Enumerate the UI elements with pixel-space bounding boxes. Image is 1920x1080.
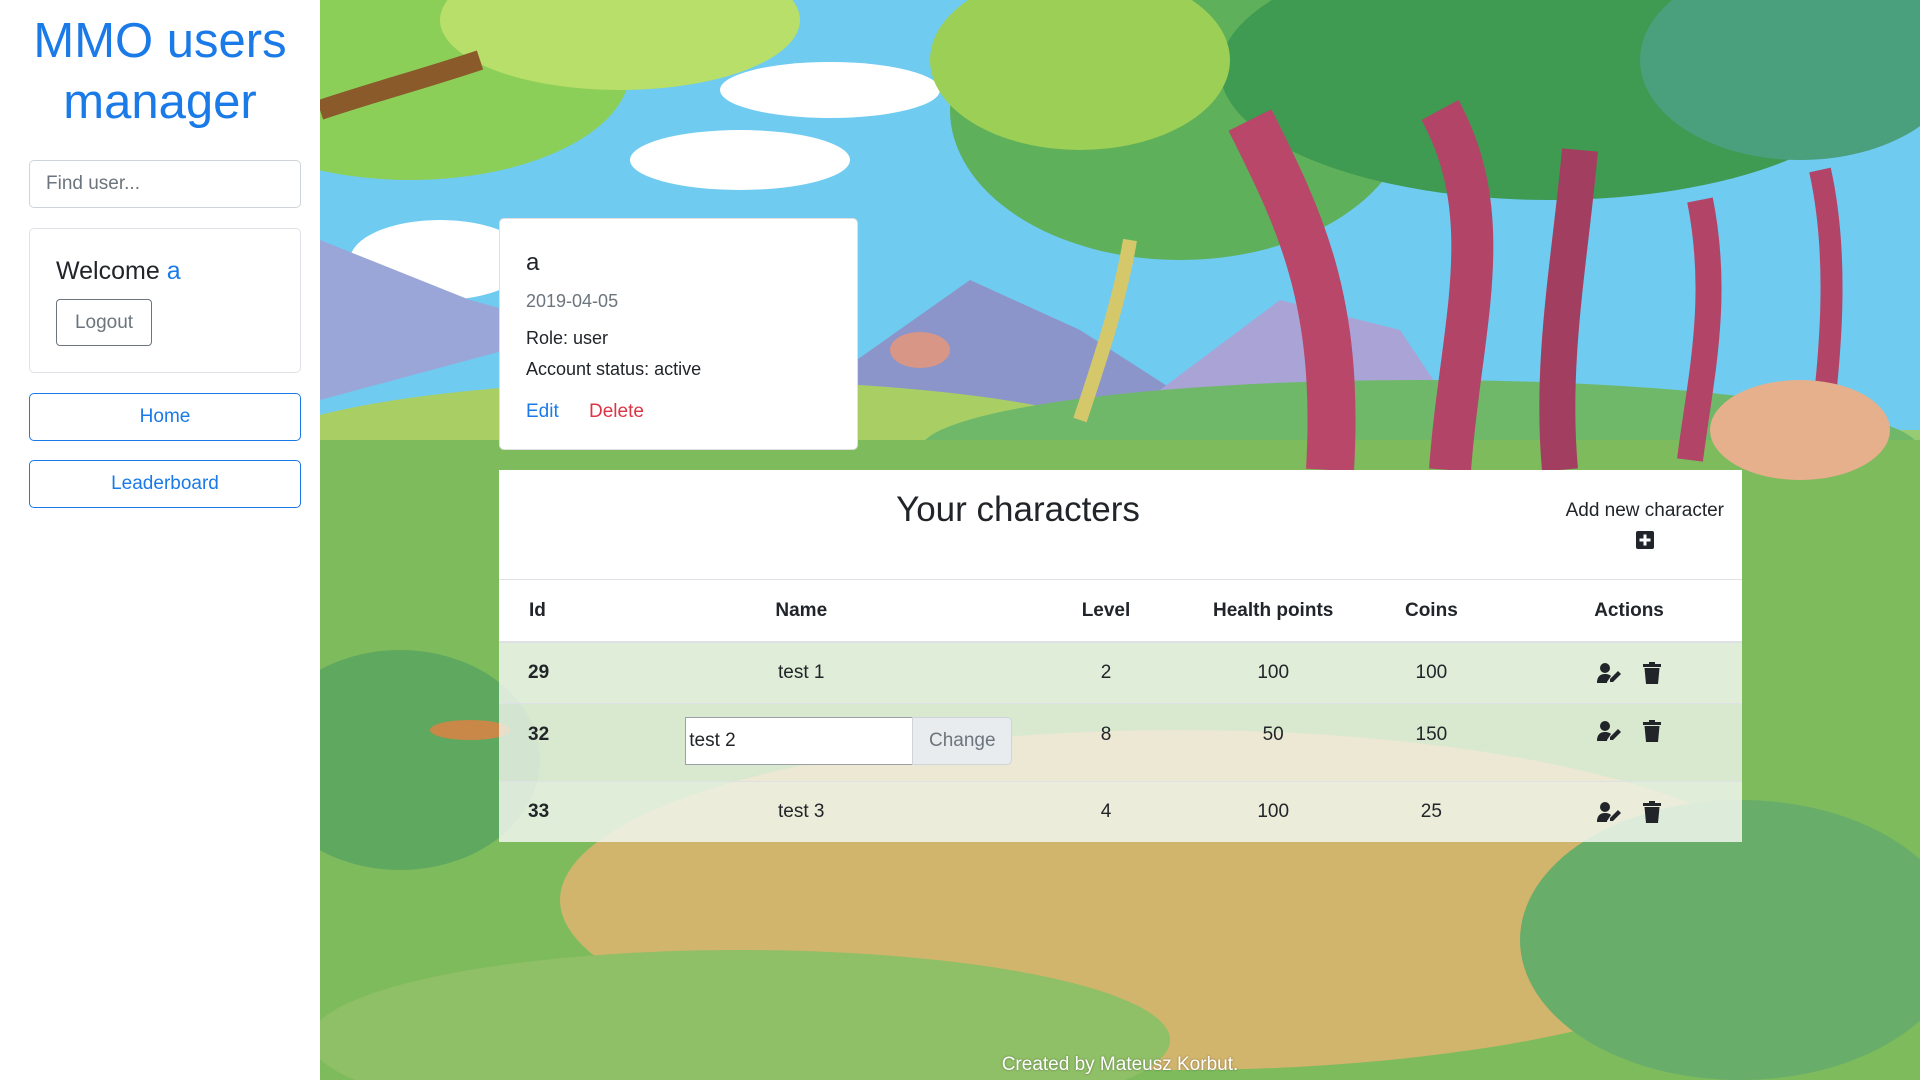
cell-health-points: 100 [1199,780,1347,842]
user-edit-icon[interactable] [1597,662,1623,684]
characters-title: Your characters [896,490,1140,529]
table-row: 29 test 1 2 100 100 [499,641,1742,703]
column-header-coins: Coins [1346,580,1517,643]
characters-header: Your characters Add new character [499,470,1742,580]
trash-icon[interactable] [1643,719,1662,742]
logout-button[interactable]: Logout [56,299,152,346]
app-title-line2: manager [63,75,257,129]
plus-square-icon[interactable] [1635,531,1654,549]
characters-table: Id Name Level Health points Coins Action… [499,580,1742,842]
cell-actions [1516,780,1742,842]
app-title: MMO users manager [0,11,320,133]
change-name-button[interactable]: Change [912,717,1013,765]
table-row-editing: 32 Change 8 50 150 [499,702,1742,781]
home-button[interactable]: Home [29,393,301,441]
trash-icon[interactable] [1643,800,1662,823]
footer-credit: Created by Mateusz Korbut. [1001,1054,1239,1075]
user-card-date: 2019-04-05 [526,291,619,311]
cell-level: 2 [1012,641,1200,703]
cell-name: test 1 [590,641,1013,703]
welcome-prefix: Welcome [56,257,167,285]
cell-id: 29 [499,641,591,703]
cell-level: 8 [1012,702,1200,781]
column-header-id: Id [499,580,591,643]
column-header-actions: Actions [1516,580,1742,643]
characters-panel: Your characters Add new character Id Nam… [499,470,1742,843]
cell-health-points: 100 [1199,641,1347,703]
add-new-character-label: Add new character [1565,500,1724,521]
cell-coins: 150 [1346,702,1517,781]
cell-coins: 100 [1346,641,1517,703]
column-header-level: Level [1012,580,1200,643]
table-row: 33 test 3 4 100 25 [499,780,1742,842]
user-edit-icon[interactable] [1597,720,1623,742]
delete-user-link[interactable]: Delete [589,401,644,423]
cell-name-editor: Change [590,702,1013,781]
cell-coins: 25 [1346,780,1517,842]
find-user-input[interactable] [29,160,301,208]
cell-actions [1516,641,1742,703]
table-header-row: Id Name Level Health points Coins Action… [499,580,1742,643]
cell-id: 33 [499,780,591,842]
cell-name: test 3 [590,780,1013,842]
user-card-status: Account status: active [526,359,702,379]
sidebar: MMO users manager Welcome a Logout Home … [0,0,320,1080]
rename-character-group: Change [685,717,1013,765]
welcome-text: Welcome a [56,257,181,286]
cell-level: 4 [1012,780,1200,842]
column-header-name: Name [590,580,1013,643]
add-new-character-button[interactable]: Add new character [1566,500,1724,549]
user-card-role: Role: user [526,328,609,348]
trash-icon[interactable] [1643,661,1662,684]
cell-actions [1516,702,1742,781]
welcome-username-link[interactable]: a [167,257,181,285]
column-header-health-points: Health points [1199,580,1347,643]
user-card-name: a [526,249,540,276]
welcome-card: Welcome a Logout [29,228,301,373]
cell-id: 32 [499,702,591,781]
leaderboard-button[interactable]: Leaderboard [29,460,301,508]
user-edit-icon[interactable] [1597,801,1623,823]
rename-character-input[interactable] [685,717,913,765]
edit-user-link[interactable]: Edit [526,401,559,423]
user-profile-card: a 2019-04-05 Role: user Account status: … [499,218,858,450]
app-title-line1: MMO users [33,14,287,68]
cell-health-points: 50 [1199,702,1347,781]
